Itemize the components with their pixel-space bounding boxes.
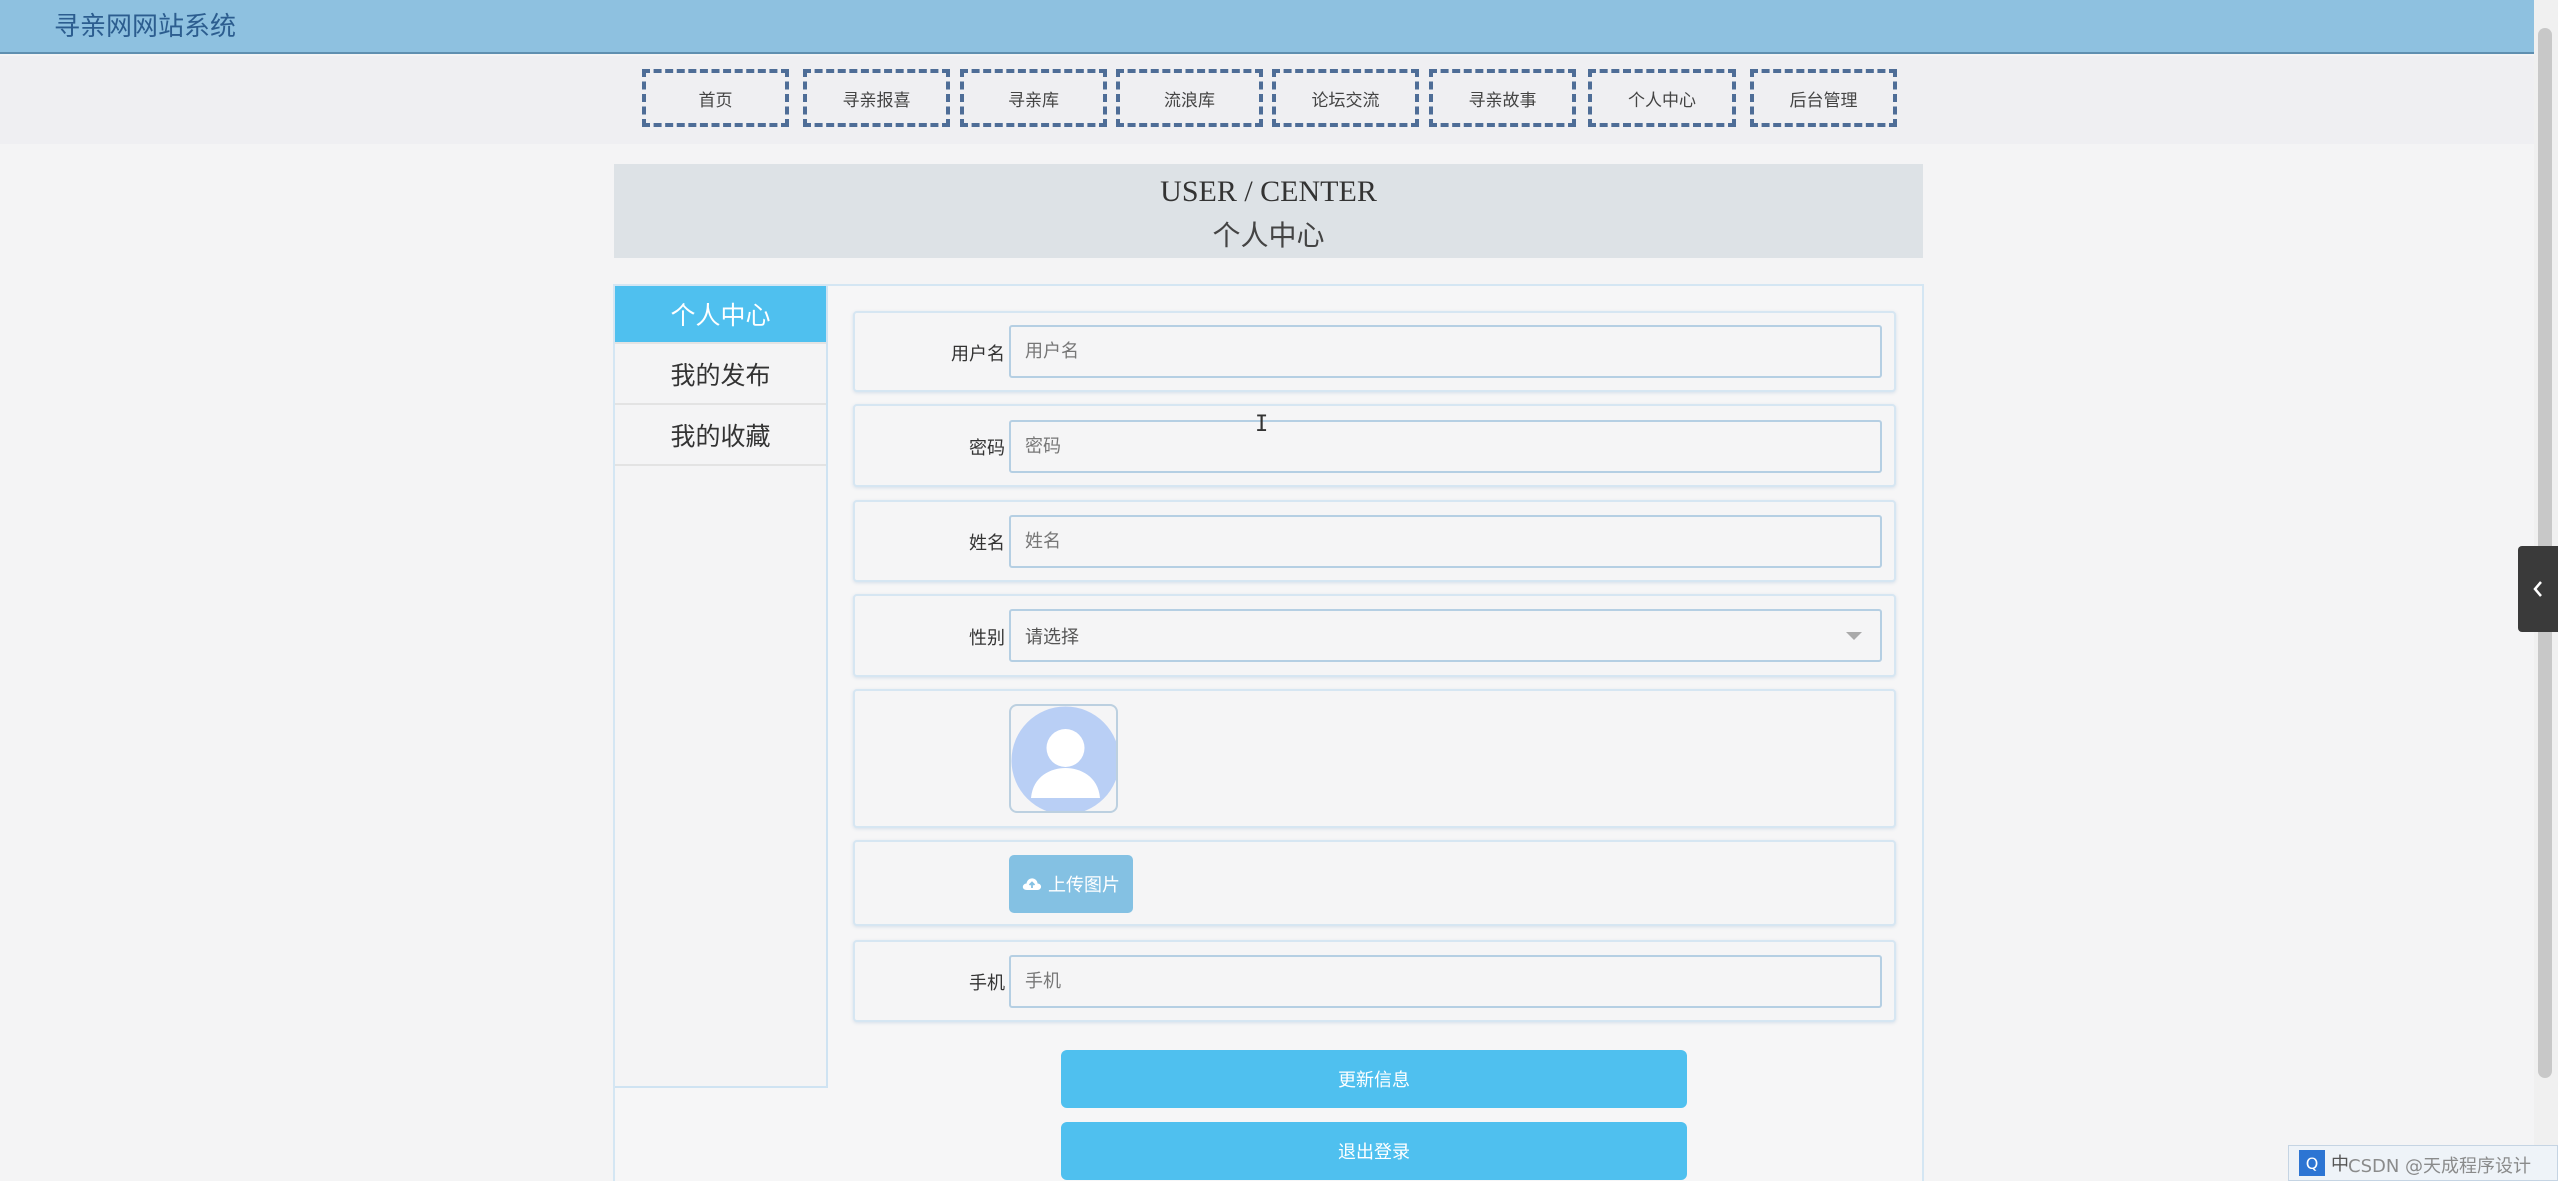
side-menu: 个人中心 我的发布 我的收藏 [615, 286, 828, 1088]
form-row-username: 用户名 [853, 311, 1896, 392]
logout-button[interactable]: 退出登录 [1061, 1122, 1687, 1180]
main-nav: 首页 寻亲报喜 寻亲库 流浪库 论坛交流 寻亲故事 个人中心 后台管理 [0, 56, 2534, 144]
avatar-placeholder-icon [1011, 706, 1116, 811]
phone-input[interactable] [1009, 955, 1882, 1008]
page-heading-cn: 个人中心 [1212, 219, 1325, 252]
gender-label: 性别 [969, 628, 1005, 649]
update-info-button[interactable]: 更新信息 [1061, 1050, 1687, 1108]
nav-item-stories[interactable]: 寻亲故事 [1429, 69, 1576, 127]
avatar-image[interactable] [1009, 704, 1118, 813]
side-menu-item-user-center[interactable]: 个人中心 [615, 286, 826, 344]
nav-item-user-center[interactable]: 个人中心 [1588, 69, 1736, 127]
text-cursor-icon: I [1255, 412, 1269, 437]
name-input[interactable] [1009, 515, 1882, 568]
nav-item-home[interactable]: 首页 [642, 69, 789, 127]
nav-item-forum[interactable]: 论坛交流 [1272, 69, 1419, 127]
phone-label: 手机 [969, 973, 1005, 994]
username-label: 用户名 [951, 344, 1005, 365]
upload-image-label: 上传图片 [1048, 875, 1120, 896]
gender-select[interactable]: 请选择 [1009, 609, 1882, 662]
watermark: CSDN @天成程序设计 [2348, 1156, 2532, 1177]
side-panel-toggle[interactable] [2518, 546, 2558, 632]
page-heading-banner: USER / CENTER 个人中心 [614, 164, 1923, 258]
username-input[interactable] [1009, 325, 1882, 378]
side-menu-item-my-posts[interactable]: 我的发布 [615, 344, 826, 405]
gender-select-value: 请选择 [1025, 626, 1079, 648]
nav-item-admin[interactable]: 后台管理 [1750, 69, 1897, 127]
site-title[interactable]: 寻亲网网站系统 [54, 6, 236, 43]
nav-item-good-news[interactable]: 寻亲报喜 [803, 69, 950, 127]
password-input[interactable] [1009, 420, 1882, 473]
side-menu-item-my-favorites[interactable]: 我的收藏 [615, 405, 826, 466]
form-row-avatar [853, 689, 1896, 828]
top-bar: 寻亲网网站系统 [0, 0, 2534, 54]
ime-logo-icon[interactable]: Q [2299, 1150, 2325, 1176]
form-row-gender: 性别 请选择 [853, 594, 1896, 677]
ime-mode-indicator[interactable]: 中 [2331, 1150, 2349, 1176]
nav-item-vagrant-db[interactable]: 流浪库 [1116, 69, 1263, 127]
page-heading-en: USER / CENTER [1160, 175, 1377, 208]
password-label: 密码 [969, 438, 1005, 459]
form-row-name: 姓名 [853, 500, 1896, 582]
form-row-phone: 手机 [853, 940, 1896, 1022]
form-row-upload: 上传图片 [853, 840, 1896, 926]
form-row-password: 密码 [853, 404, 1896, 487]
chevron-left-icon [2533, 581, 2542, 597]
chevron-down-icon [1846, 632, 1862, 640]
name-label: 姓名 [969, 533, 1005, 554]
nav-item-family-search-db[interactable]: 寻亲库 [960, 69, 1107, 127]
cloud-upload-icon [1022, 878, 1042, 890]
upload-image-button[interactable]: 上传图片 [1009, 855, 1133, 913]
